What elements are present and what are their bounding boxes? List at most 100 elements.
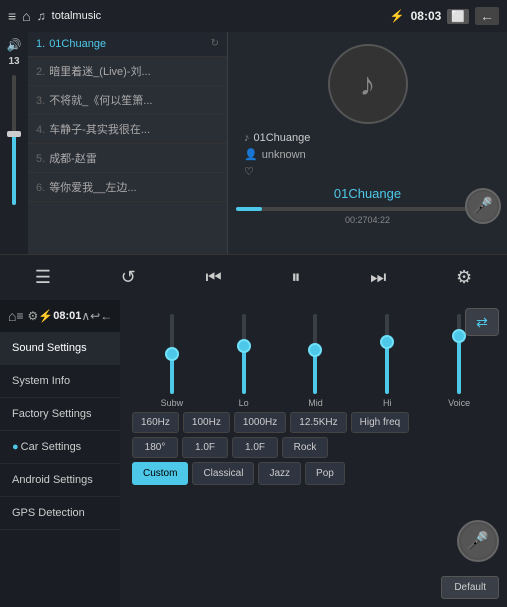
value-btn-rock[interactable]: Rock [282,437,328,458]
eq-track-voice[interactable] [457,314,461,394]
sidebar-item-factory-settings[interactable]: Factory Settings [0,398,120,431]
sidebar-item-gps-detection[interactable]: GPS Detection [0,497,120,530]
track-name-large: 01Chuange [334,186,401,201]
playlist-item[interactable]: 6.等你爱我__左边... [28,173,227,202]
sidebar-item-system-info[interactable]: System Info [0,365,120,398]
track-title: 01Chuange [254,132,311,144]
clock-display: 08:03 [411,9,442,23]
settings-header-bar: ⌂ ≡ ⚙ ⚡ 08:01 ∧ ↩ ← [0,300,120,332]
eq-slider-lo: Lo [219,314,269,408]
eq-slider-mid: Mid [290,314,340,408]
now-playing: ♪ ♪ 01Chuange 👤 unknown ♡ 01Chuange 00:2… [228,32,507,254]
volume-slider[interactable] [12,75,16,205]
freq-buttons-row: 160Hz 100Hz 1000Hz 12.5KHz High freq [132,412,499,433]
freq-btn-1000hz[interactable]: 1000Hz [234,412,286,433]
settings-main: ⇄ Subw Lo [120,300,507,607]
playlist-item[interactable]: 3.不将就_《何以笙箫... [28,86,227,115]
playlist: 1.01Chuange ↻ 2.暗里着迷_(Live)-刘... 3.不将就_《… [28,32,228,254]
preset-btn-pop[interactable]: Pop [305,462,345,485]
settings-panel: ⌂ ≡ ⚙ ⚡ 08:01 ∧ ↩ ← Sound Settings Syste… [0,300,507,607]
freq-btn-100hz[interactable]: 100Hz [183,412,230,433]
music-controls: ☰ ↺ ⏮ ⏸ ⏭ ⚙ [0,254,507,300]
settings-clock: 08:01 [53,310,81,322]
sound-arrows-icon: ⇄ [476,314,488,331]
battery-icon: ⬜ [447,9,469,24]
eq-label-lo: Lo [239,398,249,408]
playlist-item[interactable]: 1.01Chuange ↻ [28,32,227,57]
preset-btn-classical[interactable]: Classical [192,462,254,485]
music-panel: ≡ ⌂ ♫ totalmusic ⚡ 08:03 ⬜ ← 🔊 13 1.01Ch… [0,0,507,300]
playlist-item[interactable]: 2.暗里着迷_(Live)-刘... [28,57,227,86]
volume-icon: 🔊 [7,38,22,52]
progress-fill [236,207,262,211]
sidebar-item-sound-settings[interactable]: Sound Settings [0,332,120,365]
eq-label-hi: Hi [383,398,392,408]
preset-btn-custom[interactable]: Custom [132,462,188,485]
value-btn-1f-1[interactable]: 1.0F [182,437,228,458]
next-button[interactable]: ⏭ [360,263,396,292]
eq-label-mid: Mid [308,398,323,408]
eq-track-subw[interactable] [170,314,174,394]
freq-btn-160hz[interactable]: 160Hz [132,412,179,433]
volume-thumb[interactable] [7,131,21,137]
eq-slider-subw: Subw [147,314,197,408]
volume-number: 13 [8,56,19,67]
gear-icon-s[interactable]: ⚙ [27,309,38,323]
bluetooth-icon: ⚡ [390,9,405,23]
play-pause-button[interactable]: ⏸ [281,263,310,292]
bluetooth-icon-s: ⚡ [38,309,53,323]
time-total: 04:22 [368,215,391,225]
track-artist-row: 👤 unknown [244,148,491,161]
settings-mic-button[interactable]: 🎤 [457,520,499,562]
home-icon[interactable]: ⌂ [22,8,30,24]
value-btn-180[interactable]: 180° [132,437,178,458]
artist-icon: 👤 [244,148,258,161]
playlist-button[interactable]: ☰ [25,263,61,292]
menu-icon[interactable]: ≡ [8,8,16,24]
preset-buttons-row: Custom Classical Jazz Pop [132,462,499,485]
top-bar: ≡ ⌂ ♫ totalmusic ⚡ 08:03 ⬜ ← [0,0,507,32]
progress-times: 00:27 04:22 [345,215,390,225]
playlist-item[interactable]: 5.成都-赵雷 [28,144,227,173]
music-note-icon: ♪ [360,66,376,103]
app-icon: ♫ [37,9,46,23]
repeat-button[interactable]: ↺ [111,263,146,292]
prev-button[interactable]: ⏮ [195,263,231,292]
value-btn-1f-2[interactable]: 1.0F [232,437,278,458]
eq-track-lo[interactable] [242,314,246,394]
top-bar-left: ≡ ⌂ ♫ totalmusic [8,8,101,24]
progress-bar[interactable] [236,207,499,211]
sidebar-item-android-settings[interactable]: Android Settings [0,464,120,497]
home-icon[interactable]: ⌂ [8,308,16,324]
up-icon-s: ∧ [81,309,90,323]
freq-btn-highfreq[interactable]: High freq [351,412,410,433]
album-art: ♪ [328,44,408,124]
eq-sliders: Subw Lo Mid [132,308,499,408]
eq-slider-hi: Hi [362,314,412,408]
settings-sidebar: ⌂ ≡ ⚙ ⚡ 08:01 ∧ ↩ ← Sound Settings Syste… [0,300,120,607]
back-icon-s[interactable]: ↩ [90,309,100,323]
eq-track-hi[interactable] [385,314,389,394]
top-bar-right: ⚡ 08:03 ⬜ ← [390,7,499,25]
eq-label-voice: Voice [448,398,470,408]
sound-toggle-button[interactable]: ⇄ [465,308,499,336]
sidebar-item-car-settings[interactable]: ●Car Settings [0,431,120,464]
track-heart[interactable]: ♡ [244,165,491,178]
eq-track-mid[interactable] [313,314,317,394]
volume-fill [12,134,16,206]
back-icon[interactable]: ← [475,7,499,25]
default-button[interactable]: Default [441,576,499,599]
mic-button[interactable]: 🎤 [465,188,501,224]
music-content: 🔊 13 1.01Chuange ↻ 2.暗里着迷_(Live)-刘... 3.… [0,32,507,254]
return-icon-s[interactable]: ← [100,309,112,323]
track-title-icon: ♪ [244,132,250,144]
track-artist: unknown [262,149,306,161]
track-title-row: ♪ 01Chuange [244,132,491,144]
playlist-item[interactable]: 4.车静子-其实我很在... [28,115,227,144]
preset-btn-jazz[interactable]: Jazz [258,462,301,485]
menu-icon-s[interactable]: ≡ [16,309,23,323]
freq-btn-125khz[interactable]: 12.5KHz [290,412,346,433]
eq-label-subw: Subw [161,398,184,408]
time-elapsed: 00:27 [345,215,368,225]
eq-button[interactable]: ⚙ [446,263,482,292]
